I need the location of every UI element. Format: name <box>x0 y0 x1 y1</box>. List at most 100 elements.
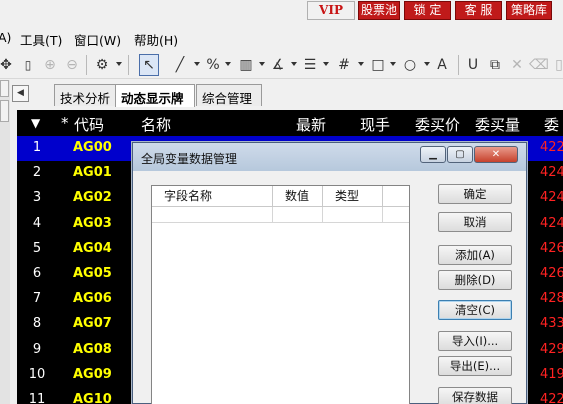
chevron-down-icon[interactable] <box>259 62 265 66</box>
fibonacci-icon[interactable]: ☰ <box>300 54 320 76</box>
list-item[interactable] <box>152 207 409 223</box>
sidebar-toggle[interactable] <box>0 80 9 97</box>
trash-icon[interactable]: ⌫ <box>529 54 549 76</box>
vip-button[interactable]: VIP <box>307 1 355 20</box>
customer-service-button[interactable]: 客 服 <box>455 1 502 20</box>
add-button[interactable]: 添加(A) <box>438 245 512 265</box>
zoom-out-icon[interactable]: ⊖ <box>62 54 82 76</box>
header-last[interactable]: 最新 <box>296 114 326 135</box>
column-value[interactable]: 数值 <box>273 186 323 207</box>
rectangle-icon[interactable]: □ <box>368 54 388 76</box>
ruler-icon[interactable]: ▯ <box>18 54 38 76</box>
menu-tools[interactable]: 工具(T) <box>20 30 62 49</box>
angle-icon[interactable]: ∡ <box>268 54 288 76</box>
menu-bar: A) 工具(T) 窗口(W) 帮助(H) <box>0 25 563 51</box>
row-code: AG02 <box>73 190 112 206</box>
menu-analysis[interactable]: A) <box>0 30 11 45</box>
channel-icon[interactable]: # <box>334 54 354 76</box>
delete-icon[interactable]: ✕ <box>507 54 527 76</box>
row-value: 429 <box>540 341 563 357</box>
column-type[interactable]: 类型 <box>323 186 383 207</box>
close-icon[interactable]: ✕ <box>474 146 518 163</box>
export-button[interactable]: 导出(E)... <box>438 356 512 376</box>
cancel-button[interactable]: 取消 <box>438 212 512 232</box>
chevron-left-icon[interactable]: ◀ <box>12 85 29 102</box>
text-icon[interactable]: A <box>432 54 452 76</box>
menu-window[interactable]: 窗口(W) <box>74 30 121 49</box>
row-value: 422 <box>540 392 563 404</box>
dialog-titlebar[interactable]: 全局变量数据管理 ▁ ▢ ✕ <box>133 143 526 171</box>
header-code[interactable]: 代码 <box>74 114 104 135</box>
gear-icon[interactable]: ⚙ <box>92 54 112 76</box>
row-number: 5 <box>32 240 42 256</box>
toolbar: ✥ ▯ ⊕ ⊖ ⚙ ↖ ╱ % ▥ ∡ ☰ # □ ○ A U ⧉ ✕ ⌫ ▯ <box>0 51 563 79</box>
row-code: AG01 <box>73 165 112 181</box>
strategy-library-button[interactable]: 策略库 <box>506 1 552 20</box>
chevron-down-icon[interactable] <box>225 62 231 66</box>
row-number: 3 <box>32 190 42 206</box>
row-number: 9 <box>32 341 42 357</box>
percent-icon[interactable]: % <box>203 54 223 76</box>
zoom-in-icon[interactable]: ⊕ <box>40 54 60 76</box>
row-code: AG06 <box>73 291 112 307</box>
row-code: AG07 <box>73 316 112 332</box>
stock-pool-button[interactable]: 股票池 <box>358 1 400 20</box>
chevron-down-icon[interactable] <box>194 62 200 66</box>
menu-help[interactable]: 帮助(H) <box>134 30 178 49</box>
global-variable-dialog: 全局变量数据管理 ▁ ▢ ✕ 字段名称 数值 类型 确定 取消 添加(A) 删除… <box>132 142 527 404</box>
header-bid-volume[interactable]: 委买量 <box>475 114 520 135</box>
minimize-icon[interactable]: ▁ <box>420 146 446 163</box>
clear-button[interactable]: 清空(C) <box>438 300 512 320</box>
tab-dynamic-board[interactable]: 动态显示牌 <box>115 84 195 107</box>
grid-header: ▼ * 代码 名称 最新 现手 委买价 委买量 委 <box>17 110 563 136</box>
header-name[interactable]: 名称 <box>141 114 171 135</box>
row-number: 7 <box>32 291 42 307</box>
save-data-button[interactable]: 保存数据 <box>438 387 512 404</box>
grid-lines-icon[interactable]: ▥ <box>236 54 256 76</box>
chevron-down-icon[interactable] <box>358 62 364 66</box>
chevron-down-icon[interactable] <box>390 62 396 66</box>
move-icon[interactable]: ✥ <box>0 54 16 76</box>
tab-technical-analysis[interactable]: 技术分析 <box>54 84 116 106</box>
magnet-icon[interactable]: U <box>463 54 483 76</box>
row-value: 422 <box>540 140 563 155</box>
row-number: 10 <box>28 366 46 382</box>
tab-bar: ◀ 技术分析 动态显示牌 综合管理 <box>10 80 563 107</box>
dialog-title: 全局变量数据管理 <box>141 152 238 166</box>
copy-icon[interactable]: ⧉ <box>485 54 505 76</box>
row-code: AG10 <box>73 392 112 404</box>
row-code: AG00 <box>73 140 112 155</box>
chevron-down-icon[interactable] <box>116 62 122 66</box>
row-number: 2 <box>32 165 42 181</box>
top-button-bar: VIP 股票池 锁 定 客 服 策略库 <box>0 0 563 23</box>
row-value: 424 <box>540 165 563 181</box>
tab-comprehensive-management[interactable]: 综合管理 <box>196 84 262 106</box>
pointer-icon[interactable]: ↖ <box>139 54 159 76</box>
lock-button[interactable]: 锁 定 <box>404 1 451 20</box>
chevron-down-icon[interactable] <box>323 62 329 66</box>
left-sidebar-strip <box>0 80 10 404</box>
dialog-body: 字段名称 数值 类型 确定 取消 添加(A) 删除(D) 清空(C) 导入(I)… <box>133 171 526 404</box>
row-code: AG05 <box>73 266 112 281</box>
row-code: AG04 <box>73 240 112 256</box>
header-ask[interactable]: 委 <box>544 114 559 135</box>
line-icon[interactable]: ╱ <box>170 54 190 76</box>
header-volume[interactable]: 现手 <box>360 114 390 135</box>
import-button[interactable]: 导入(I)... <box>438 331 512 351</box>
row-value: 426 <box>540 240 563 256</box>
ok-button[interactable]: 确定 <box>438 184 512 204</box>
sidebar-item[interactable] <box>0 100 9 122</box>
column-field-name[interactable]: 字段名称 <box>152 186 273 207</box>
maximize-icon[interactable]: ▢ <box>447 146 473 163</box>
circle-icon[interactable]: ○ <box>400 54 420 76</box>
delete-button[interactable]: 删除(D) <box>438 270 512 290</box>
header-star[interactable]: * <box>61 114 69 132</box>
variable-list[interactable]: 字段名称 数值 类型 <box>151 185 410 404</box>
header-bid-price[interactable]: 委买价 <box>415 114 460 135</box>
row-number: 1 <box>32 140 42 155</box>
chevron-down-icon[interactable] <box>291 62 297 66</box>
chevron-down-icon[interactable] <box>424 62 430 66</box>
sort-menu-icon[interactable]: ▼ <box>31 116 40 130</box>
more-icon[interactable]: ▯ <box>549 54 563 76</box>
row-value: 424 <box>540 190 563 206</box>
